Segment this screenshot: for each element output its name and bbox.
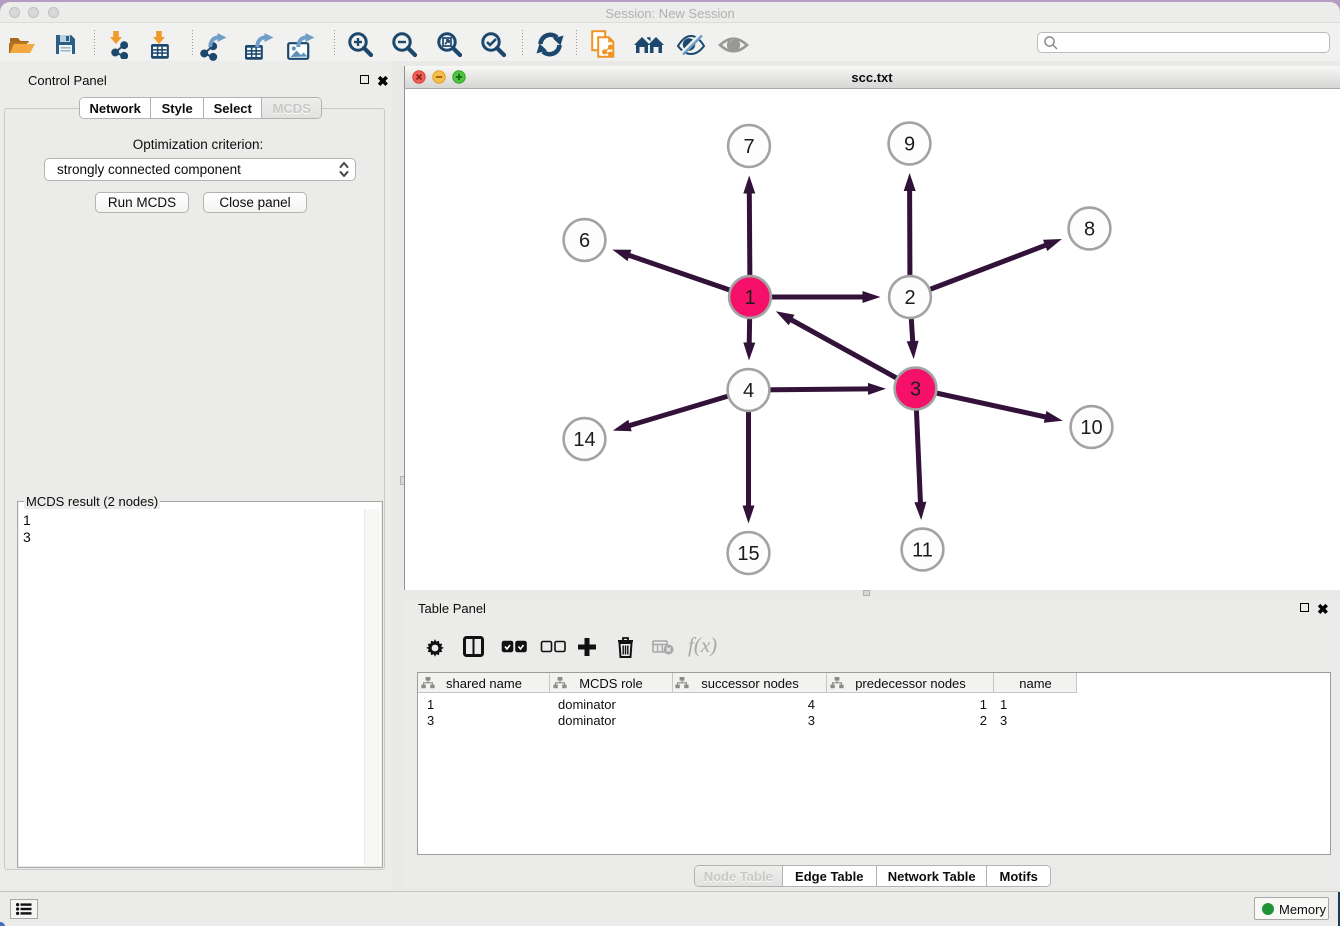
- svg-text:14: 14: [573, 429, 595, 451]
- svg-text:8: 8: [1084, 219, 1095, 241]
- svg-text:9: 9: [904, 134, 915, 156]
- svg-text:10: 10: [1080, 417, 1102, 439]
- svg-text:1: 1: [744, 287, 755, 309]
- svg-text:15: 15: [737, 543, 759, 565]
- svg-text:11: 11: [912, 540, 933, 562]
- svg-text:3: 3: [910, 379, 921, 401]
- svg-text:6: 6: [579, 230, 590, 252]
- svg-text:7: 7: [743, 136, 754, 158]
- svg-text:4: 4: [743, 380, 754, 402]
- svg-text:2: 2: [904, 287, 915, 309]
